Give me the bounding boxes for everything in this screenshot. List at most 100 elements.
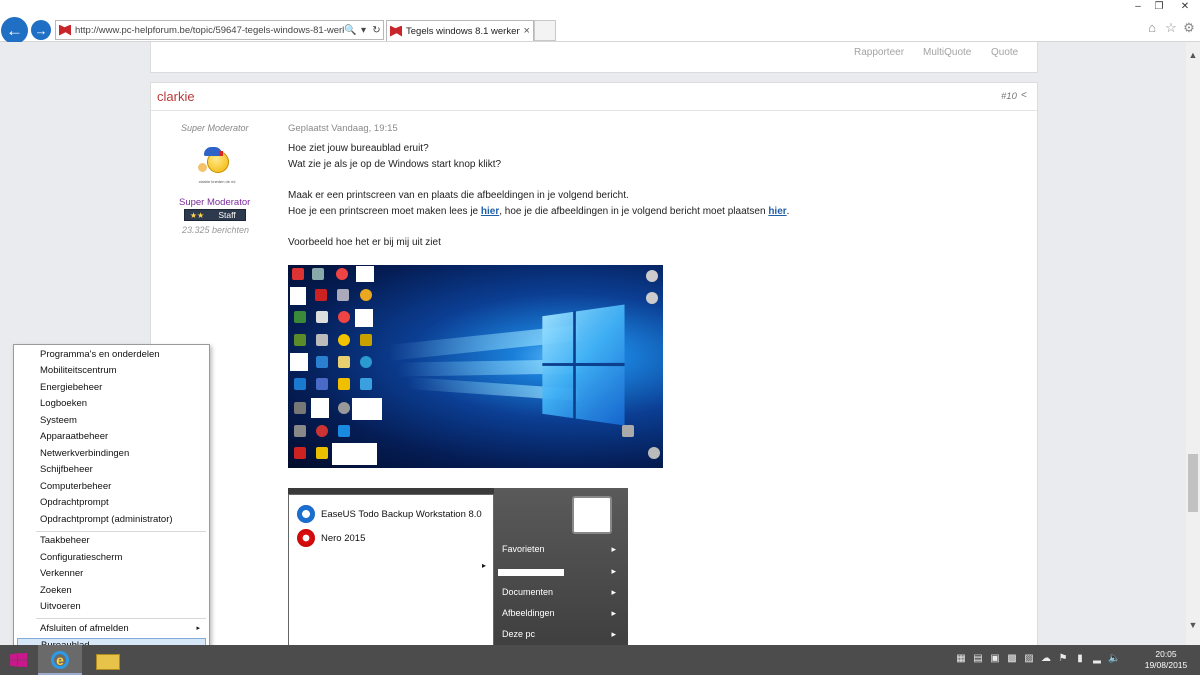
author-role: Super Moderator (179, 197, 251, 208)
desktop-shortcut-icon (336, 268, 348, 280)
chevron-right-icon: ▸ (611, 629, 616, 639)
start-menu-screenshot-image[interactable]: EaseUS Todo Backup Workstation 8.0 Nero … (288, 488, 628, 645)
vertical-scrollbar[interactable]: ▲ ▼ (1186, 42, 1200, 645)
multiquote-link[interactable]: MultiQuote (923, 47, 971, 58)
desktop-shortcut-icon (316, 356, 328, 368)
address-bar[interactable]: http://www.pc-helpforum.be/topic/59647-t… (55, 20, 384, 40)
system-tray: ▦ ▤ ▣ ▩ ▨ ☁ ⚑ ▮ ▂ 🔈 (955, 653, 1120, 667)
menu-item-command-prompt-admin[interactable]: Opdrachtprompt (administrator) (17, 512, 206, 528)
desktop-shortcut-icon (316, 334, 328, 346)
post-text-fragment: , hoe je die afbeeldingen in je volgend … (499, 206, 769, 217)
tray-icon[interactable]: ▩ (1006, 653, 1018, 665)
maximize-button[interactable]: ❐ (1148, 0, 1170, 14)
menu-item-network-connections[interactable]: Netwerkverbindingen (17, 446, 206, 462)
menu-item-command-prompt[interactable]: Opdrachtprompt (17, 495, 206, 511)
avatar-hand-shape (198, 163, 207, 172)
menu-item-shutdown[interactable]: Afsluiten of afmelden ▸ (17, 621, 206, 637)
menu-item-run[interactable]: Uitvoeren (17, 599, 206, 615)
redacted-box (332, 443, 377, 465)
desktop-shortcut-icon (360, 356, 372, 368)
action-center-flag-icon[interactable]: ⚑ (1057, 653, 1069, 665)
dropdown-icon[interactable]: ▾ (357, 25, 370, 36)
start-place-label: Favorieten (502, 544, 545, 554)
menu-item-mobility-center[interactable]: Mobiliteitscentrum (17, 363, 206, 379)
desktop-shortcut-icon (648, 447, 660, 459)
menu-separator (36, 618, 206, 619)
desktop-screenshot-image[interactable] (288, 265, 663, 468)
avatar[interactable]: clarkie kneden de mi (192, 141, 240, 189)
menu-item-computer-management[interactable]: Computerbeheer (17, 479, 206, 495)
menu-item-disk-management[interactable]: Schijfbeheer (17, 462, 206, 478)
share-icon[interactable]: < (1021, 90, 1027, 101)
menu-separator (36, 531, 206, 532)
start-app-label: Nero 2015 (321, 532, 366, 544)
search-icon[interactable]: 🔍 (344, 25, 357, 36)
start-place-label: Deze pc (502, 629, 536, 639)
post-number-link[interactable]: #10 (1001, 91, 1017, 102)
star-icon: ★★ (189, 210, 205, 220)
scrollbar-thumb[interactable] (1188, 454, 1198, 512)
battery-icon[interactable]: ▮ (1074, 653, 1086, 665)
refresh-icon[interactable]: ↻ (370, 25, 383, 36)
chevron-right-icon: ▸ (482, 561, 487, 570)
menu-item-device-manager[interactable]: Apparaatbeheer (17, 429, 206, 445)
menu-item-event-viewer[interactable]: Logboeken (17, 396, 206, 412)
chevron-right-icon: ▸ (611, 608, 616, 618)
start-app-label: EaseUS Todo Backup Workstation 8.0 (321, 508, 482, 520)
report-link[interactable]: Rapporteer (854, 47, 904, 58)
minimize-button[interactable]: – (1127, 0, 1149, 14)
tray-icon[interactable]: ▦ (955, 653, 967, 665)
printscreen-help-link[interactable]: hier (481, 206, 499, 217)
onedrive-cloud-icon[interactable]: ☁ (1040, 653, 1052, 665)
scroll-down-icon[interactable]: ▼ (1186, 620, 1200, 630)
chevron-right-icon: ▸ (611, 566, 616, 576)
author-post-count: 23.325 berichten (182, 225, 250, 235)
desktop-shortcut-icon (312, 268, 324, 280)
author-name-link[interactable]: clarkie (157, 89, 195, 104)
taskbar-clock[interactable]: 20:05 19/08/2015 (1138, 649, 1194, 671)
internet-explorer-icon: e (51, 651, 69, 669)
desktop-shortcut-icon (646, 270, 658, 282)
close-tab-icon[interactable]: × (520, 25, 533, 37)
desktop-shortcut-icon (294, 402, 306, 414)
tray-icon[interactable]: ▤ (972, 653, 984, 665)
menu-item-task-manager[interactable]: Taakbeheer (17, 533, 206, 549)
desktop-shortcut-icon (292, 268, 304, 280)
tray-icon[interactable]: ▣ (989, 653, 1001, 665)
upload-help-link[interactable]: hier (768, 206, 786, 217)
start-menu-places-pane: Favorieten ▸ ▸ Documenten ▸ Afbeeldingen ▸ … (494, 488, 628, 645)
taskbar-app-internet-explorer[interactable]: e (38, 645, 82, 675)
menu-item-file-explorer[interactable]: Verkenner (17, 566, 206, 582)
url-text[interactable]: http://www.pc-helpforum.be/topic/59647-t… (75, 25, 344, 36)
menu-item-system[interactable]: Systeem (17, 413, 206, 429)
tab-active[interactable]: Tegels windows 8.1 werken ... × (386, 20, 534, 41)
forum-post: clarkie #10 < Super Moderator clarkie kn… (150, 82, 1038, 645)
network-signal-icon[interactable]: ▂ (1091, 653, 1103, 665)
volume-icon[interactable]: 🔈 (1108, 653, 1120, 665)
post-date: Geplaatst Vandaag, 19:15 (288, 123, 398, 134)
scroll-up-icon[interactable]: ▲ (1186, 50, 1200, 60)
tray-icon[interactable]: ▨ (1023, 653, 1035, 665)
taskbar-app-file-explorer[interactable] (86, 645, 130, 675)
gear-icon[interactable]: ⚙ (1181, 20, 1197, 38)
desktop-shortcut-icon (360, 378, 372, 390)
desktop-shortcut-icon (294, 447, 306, 459)
close-window-button[interactable]: ✕ (1170, 0, 1200, 14)
new-tab-button[interactable] (534, 20, 556, 41)
forward-button[interactable]: → (31, 20, 51, 40)
quote-link[interactable]: Quote (991, 47, 1018, 58)
menu-item-power-options[interactable]: Energiebeheer (17, 380, 206, 396)
start-button[interactable] (0, 645, 36, 675)
back-button[interactable]: ← (1, 17, 28, 44)
browser-chrome: ← → http://www.pc-helpforum.be/topic/596… (0, 0, 1200, 44)
menu-item-control-panel[interactable]: Configuratiescherm (17, 550, 206, 566)
favorites-star-icon[interactable]: ☆ (1163, 20, 1179, 38)
desktop-shortcut-icon (360, 289, 372, 301)
menu-item-search[interactable]: Zoeken (17, 583, 206, 599)
start-place-label: Documenten (502, 587, 554, 597)
redacted-box (498, 569, 564, 576)
desktop-shortcut-icon (338, 402, 350, 414)
home-icon[interactable]: ⌂ (1144, 20, 1160, 38)
menu-item-programs-features[interactable]: Programma's en onderdelen (17, 347, 206, 363)
desktop-shortcut-icon (294, 378, 306, 390)
